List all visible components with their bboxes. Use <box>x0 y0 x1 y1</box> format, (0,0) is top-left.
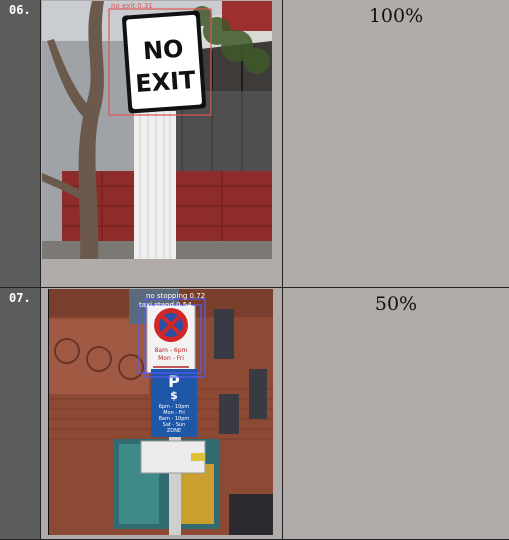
sign-text-line2: EXIT <box>134 66 197 98</box>
parking-sign-photo: 8am - 6pm Mon - Fri P $ 6pm - 10pm Mon -… <box>49 289 273 535</box>
sign-p-line: ZONE <box>167 428 181 434</box>
row-index-cell: 06. <box>0 0 41 288</box>
row-index: 06. <box>9 3 31 17</box>
row-index: 07. <box>9 291 31 305</box>
sign-dollar: $ <box>170 389 178 402</box>
sign-time-line1: 8am - 6pm <box>155 347 188 354</box>
detection-label: no stopping 0.72 <box>146 292 205 300</box>
table-row: 06. NO EXIT no exit 0.31 100% <box>0 0 509 288</box>
sign-text-line1: NO <box>142 35 184 66</box>
score-value: 100% <box>368 5 424 27</box>
detection-label: taxi stand 0.54 <box>139 301 192 309</box>
image-cell: NO EXIT no exit 0.31 <box>41 0 283 288</box>
table-row: 07. 8am - 6pm Mon - Fri P $ 6pm - 10pm M… <box>0 288 509 540</box>
sign-time-line2: Mon - Fri <box>158 355 184 362</box>
score-cell: 100% <box>283 0 509 288</box>
results-table: 06. NO EXIT no exit 0.31 100% 07. 8am - … <box>0 0 509 540</box>
score-cell: 50% <box>283 288 509 540</box>
no-exit-photo: NO EXIT no exit 0.31 <box>42 1 272 259</box>
score-value: 50% <box>374 293 418 315</box>
detection-photo: NO EXIT no exit 0.31 <box>42 1 272 259</box>
detection-photo: 8am - 6pm Mon - Fri P $ 6pm - 10pm Mon -… <box>48 289 273 535</box>
row-index-cell: 07. <box>0 288 41 540</box>
image-cell: 8am - 6pm Mon - Fri P $ 6pm - 10pm Mon -… <box>41 288 283 540</box>
detection-label: no exit 0.31 <box>111 2 153 10</box>
